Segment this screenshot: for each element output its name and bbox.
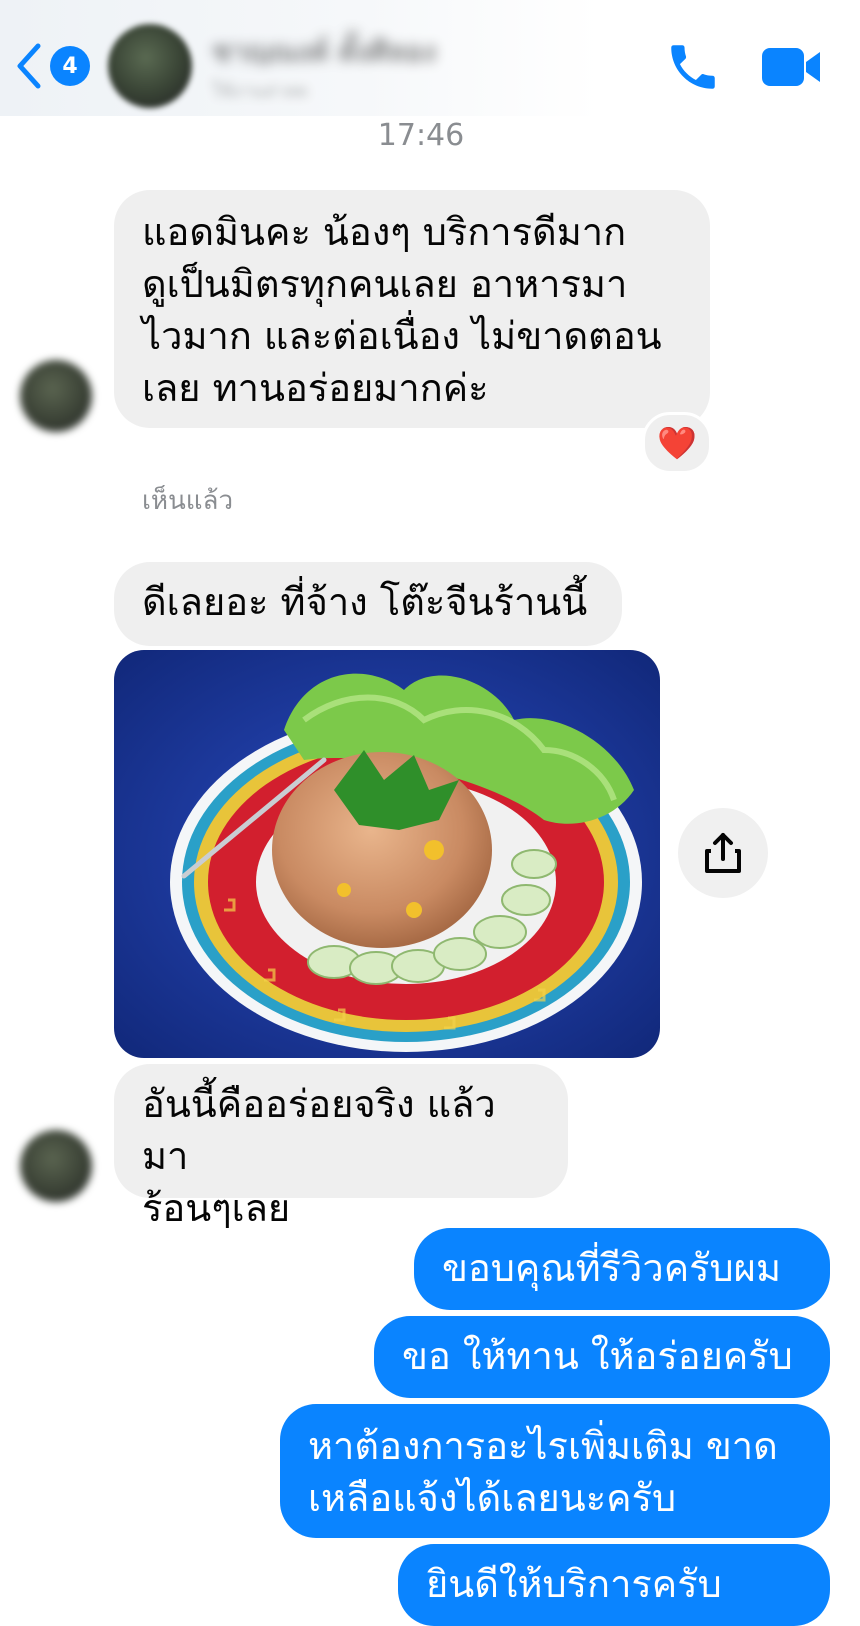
contact-avatar[interactable]	[108, 24, 192, 108]
unread-count-badge: 4	[50, 46, 90, 86]
message-line: อันนี้คืออร่อยจริง แล้วมา	[142, 1082, 496, 1178]
message-line: ร้อนๆเลย	[142, 1186, 291, 1230]
back-button[interactable]: 4	[14, 40, 94, 92]
outgoing-message-bubble[interactable]: ขอ ให้ทาน ให้อร่อยครับ	[374, 1316, 830, 1398]
sender-avatar[interactable]	[20, 1130, 92, 1202]
message-line: ขอ ให้ทาน ให้อร่อยครับ	[402, 1334, 793, 1378]
outgoing-message-bubble[interactable]: หาต้องการอะไรเพิ่มเติม ขาด เหลือแจ้งได้เ…	[280, 1404, 830, 1538]
fried-rice-image	[114, 650, 660, 1058]
share-button[interactable]	[678, 808, 768, 898]
message-line: ไวมาก และต่อเนื่อง ไม่ขาดตอน	[142, 314, 662, 358]
seen-indicator: เห็นแล้ว	[142, 486, 234, 516]
contact-status: ใช้งานล่าสุด	[212, 81, 309, 98]
message-line: เลย ทานอร่อยมากค่ะ	[142, 366, 489, 410]
incoming-message-bubble[interactable]: อันนี้คืออร่อยจริง แล้วมา ร้อนๆเลย	[114, 1064, 568, 1230]
message-line: แอดมินคะ น้องๆ บริการดีมาก	[142, 210, 627, 254]
incoming-message-bubble[interactable]: ดีเลยอะ ที่จ้าง โต๊ะจีนร้านนี้	[114, 562, 622, 646]
message-line: ดูเป็นมิตรทุกคนเลย อาหารมา	[142, 262, 628, 306]
food-photo[interactable]	[114, 650, 660, 1058]
phone-icon[interactable]	[664, 38, 722, 96]
incoming-message-bubble[interactable]: แอดมินคะ น้องๆ บริการดีมาก ดูเป็นมิตรทุก…	[114, 190, 710, 428]
message-line: เหลือแจ้งได้เลยนะครับ	[308, 1476, 677, 1520]
share-icon	[705, 833, 741, 873]
contact-name[interactable]: ชาญณงค์ ตั้งศิลอง	[212, 30, 482, 64]
message-line: หาต้องการอะไรเพิ่มเติม ขาด	[308, 1424, 778, 1468]
outgoing-message-bubble[interactable]: ยินดีให้บริการครับ	[398, 1544, 830, 1626]
message-line: ขอบคุณที่รีวิวครับผม	[442, 1246, 781, 1290]
message-timestamp: 17:46	[377, 118, 465, 153]
message-line: ยินดีให้บริการครับ	[426, 1562, 722, 1606]
video-camera-icon[interactable]	[758, 40, 824, 94]
chevron-left-icon	[17, 43, 41, 89]
message-line: ดีเลยอะ ที่จ้าง โต๊ะจีนร้านนี้	[142, 580, 588, 624]
heart-reaction[interactable]: ❤️	[642, 412, 712, 474]
heart-icon: ❤️	[657, 424, 697, 462]
outgoing-message-bubble[interactable]: ขอบคุณที่รีวิวครับผม	[414, 1228, 830, 1310]
chat-header: 4 ชาญณงค์ ตั้งศิลอง ใช้งานล่าสุด	[0, 0, 860, 116]
sender-avatar[interactable]	[20, 360, 92, 432]
